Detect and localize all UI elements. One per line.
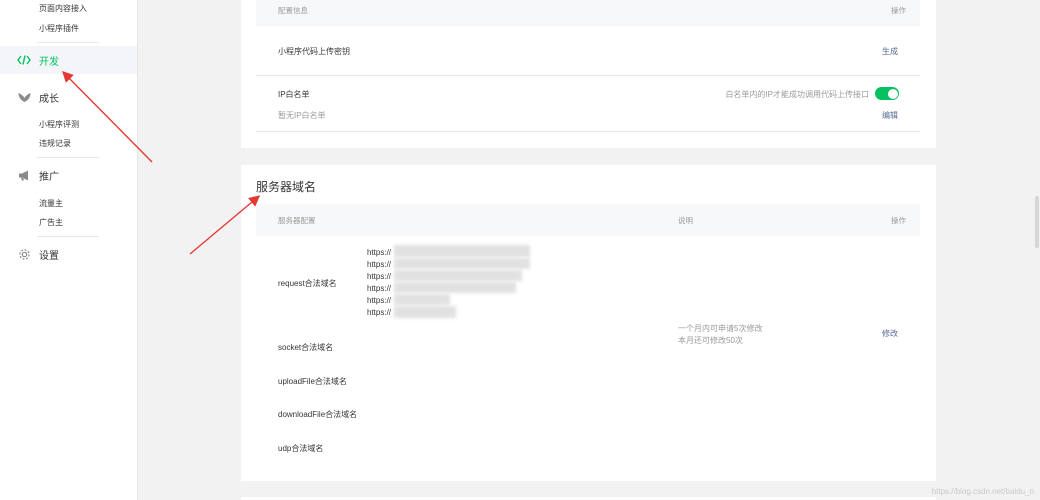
sidebar-item-growth-label: 成长 — [39, 90, 59, 105]
generate-secret-link[interactable]: 生成 — [882, 46, 898, 57]
sidebar-item-promo[interactable]: 推广 — [0, 161, 137, 189]
row-divider — [256, 75, 920, 76]
download-domain-label: downloadFile合法域名 — [278, 409, 357, 420]
domain-table-header: 服务器配置 说明 操作 — [256, 204, 920, 236]
sidebar-item-evaluation[interactable]: 小程序评测 — [39, 119, 79, 130]
sidebar-divider — [37, 157, 99, 158]
sidebar: 页面内容接入 小程序插件 开发 成长 小程序评测 违规记录 推广 流量主 广告主… — [0, 0, 138, 500]
sidebar-item-plugins[interactable]: 小程序插件 — [39, 23, 79, 34]
redacted-block — [394, 270, 522, 281]
col-desc: 说明 — [678, 215, 693, 226]
config-header-label: 配置信息 — [278, 5, 308, 16]
sidebar-item-page-content[interactable]: 页面内容接入 — [39, 3, 87, 14]
udp-domain-label: udp合法域名 — [278, 443, 323, 454]
sidebar-item-ads[interactable]: 广告主 — [39, 217, 63, 228]
ip-whitelist-hint: 白名单内的IP才能成功调用代码上传接口 — [725, 89, 869, 100]
request-domain-value: https:// — [367, 248, 391, 257]
col-action: 操作 — [891, 215, 906, 226]
config-panel: 配置信息 操作 小程序代码上传密钥 生成 IP白名单 白名单内的IP才能成功调用… — [241, 0, 936, 148]
socket-domain-label: socket合法域名 — [278, 342, 333, 353]
request-domain-value: https:// — [367, 296, 391, 305]
config-table-header: 配置信息 操作 — [256, 0, 920, 26]
server-domain-panel: 服务器域名 服务器配置 说明 操作 request合法域名 https:// h… — [241, 165, 936, 481]
request-domain-value: https:// — [367, 260, 391, 269]
ip-whitelist-empty: 暂无IP白名单 — [278, 110, 326, 121]
request-domain-value: https:// — [367, 272, 391, 281]
leaf-icon — [17, 90, 31, 104]
page-scrollbar[interactable] — [1034, 0, 1040, 500]
col-config: 服务器配置 — [278, 215, 316, 226]
sidebar-divider — [37, 42, 99, 43]
redacted-block — [394, 258, 530, 269]
request-domain-value: https:// — [367, 308, 391, 317]
sidebar-item-violations[interactable]: 违规记录 — [39, 138, 71, 149]
sidebar-divider — [37, 236, 99, 237]
upload-domain-label: uploadFile合法域名 — [278, 376, 347, 387]
modify-domain-link[interactable]: 修改 — [882, 328, 898, 339]
server-domain-title: 服务器域名 — [256, 178, 316, 195]
redacted-block — [394, 245, 530, 257]
ip-whitelist-label: IP白名单 — [278, 89, 310, 100]
scrollbar-thumb[interactable] — [1035, 196, 1039, 248]
redacted-block — [394, 282, 516, 293]
sidebar-item-settings-label: 设置 — [39, 247, 59, 262]
code-icon — [17, 53, 31, 67]
row-divider — [256, 131, 920, 132]
redacted-block — [394, 306, 456, 318]
sidebar-item-traffic[interactable]: 流量主 — [39, 198, 63, 209]
desc-line-1: 一个月内可申请5次修改 — [678, 323, 762, 334]
desc-line-2: 本月还可修改50次 — [678, 335, 743, 346]
sidebar-item-dev-label: 开发 — [39, 53, 59, 68]
sidebar-item-growth[interactable]: 成长 — [0, 83, 137, 111]
redacted-block — [394, 294, 450, 305]
request-domain-value: https:// — [367, 284, 391, 293]
config-header-action: 操作 — [891, 5, 906, 16]
gear-icon — [17, 247, 31, 261]
request-domain-label: request合法域名 — [278, 278, 337, 289]
secret-label: 小程序代码上传密钥 — [278, 46, 350, 57]
ip-whitelist-toggle[interactable] — [875, 87, 899, 100]
sidebar-item-dev[interactable]: 开发 — [0, 46, 137, 74]
sidebar-item-settings[interactable]: 设置 — [0, 240, 137, 268]
watermark: https://blog.csdn.net/baidu_n — [932, 487, 1034, 496]
megaphone-icon — [17, 168, 31, 182]
sidebar-item-promo-label: 推广 — [39, 168, 59, 183]
edit-ip-link[interactable]: 编辑 — [882, 110, 898, 121]
